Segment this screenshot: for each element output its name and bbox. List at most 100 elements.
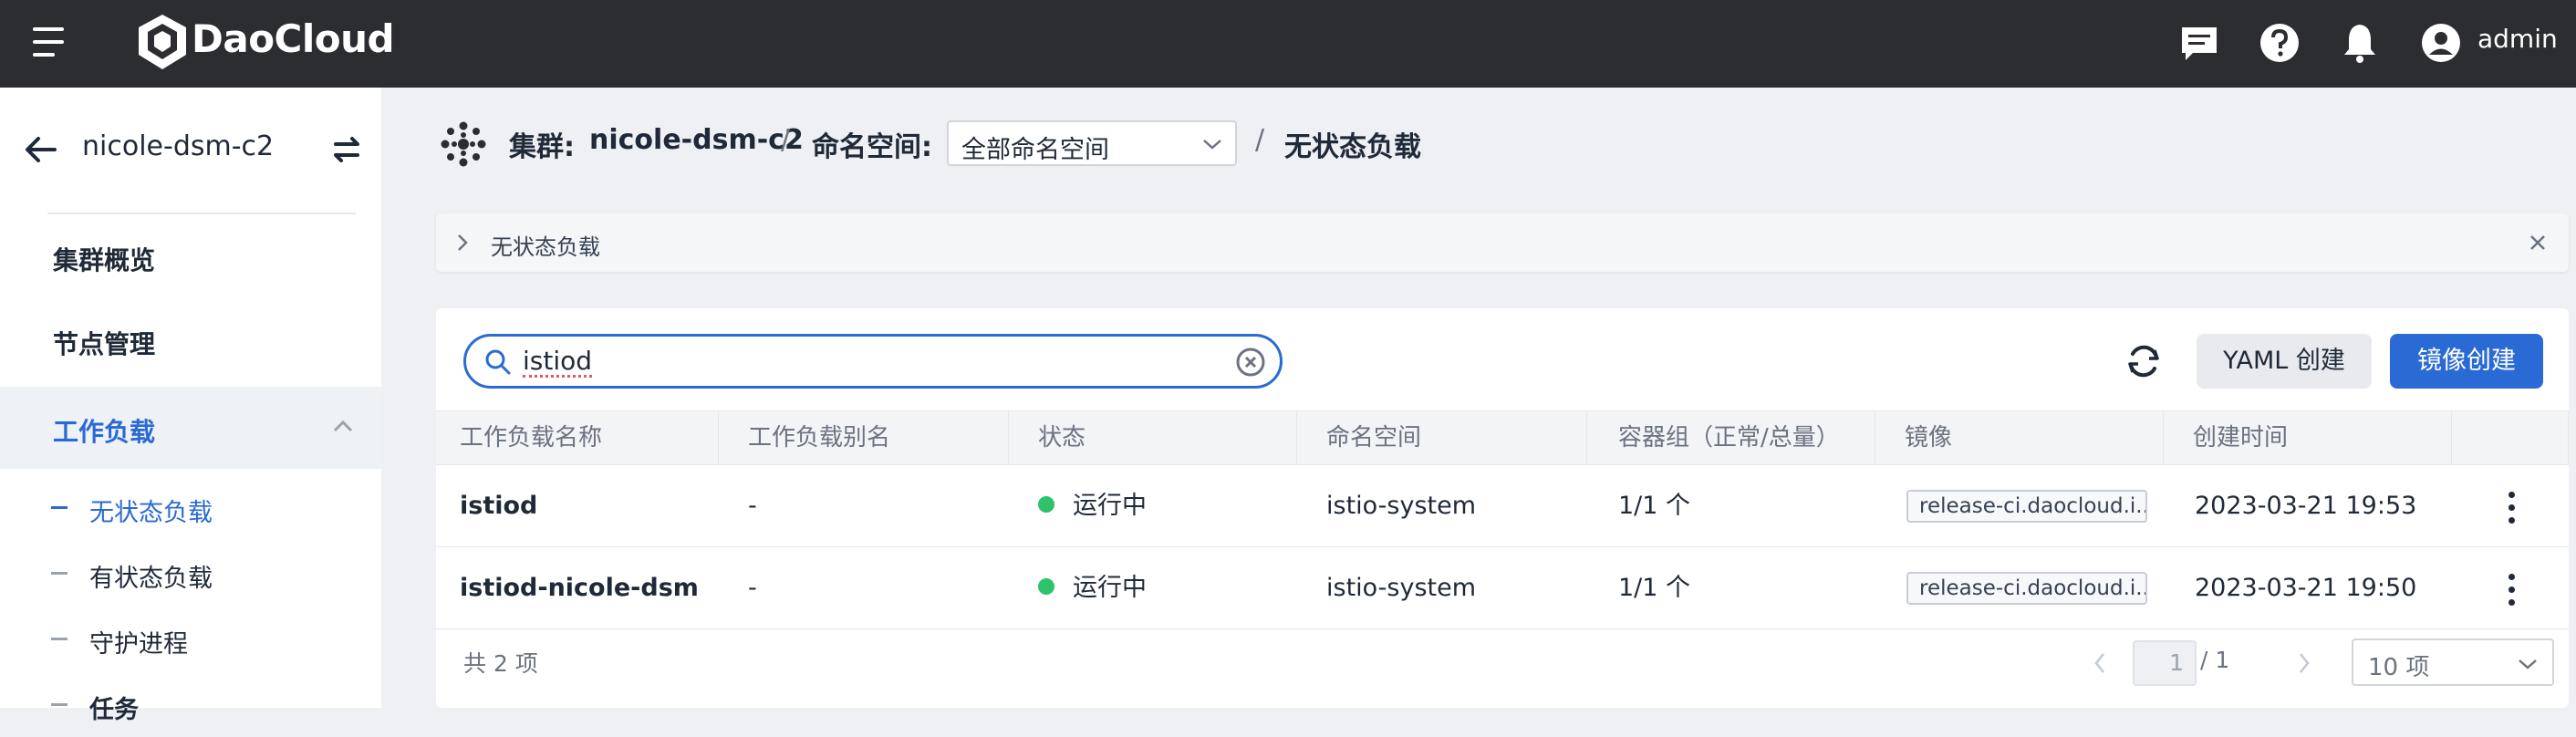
column-header-actions bbox=[2452, 411, 2569, 464]
column-header-label: 工作负载别名 bbox=[748, 424, 891, 452]
workload-created: 2023-03-21 19:53 bbox=[2195, 492, 2417, 520]
help-icon[interactable] bbox=[2257, 20, 2302, 66]
daocloud-logo bbox=[139, 15, 186, 69]
chevron-down-icon bbox=[1203, 140, 1221, 150]
cluster-icon bbox=[441, 121, 486, 167]
column-header-label: 镜像 bbox=[1905, 424, 1953, 452]
sidebar-subitem-jobs[interactable]: 任务 bbox=[0, 671, 381, 737]
brand-name: DaoCloud bbox=[192, 16, 395, 61]
namespace-select-value: 全部命名空间 bbox=[961, 136, 1109, 164]
column-header-pods[interactable]: 容器组（正常/总量） bbox=[1587, 411, 1875, 464]
page-size-select[interactable]: 10 项 bbox=[2352, 638, 2554, 686]
more-actions-icon[interactable] bbox=[2505, 492, 2518, 524]
sidebar-item-label: 集群概览 bbox=[53, 245, 156, 275]
status-text: 运行中 bbox=[1073, 574, 1147, 602]
total-count: 共 2 项 bbox=[463, 650, 538, 677]
sidebar-item-label: 工作负载 bbox=[53, 417, 156, 447]
column-header-label: 命名空间 bbox=[1326, 424, 1422, 452]
switch-cluster-icon[interactable] bbox=[328, 131, 365, 168]
sidebar-subitem-label: 有状态负载 bbox=[89, 565, 213, 593]
sidebar-subitem-label: 守护进程 bbox=[89, 630, 188, 659]
sidebar-subitem-deployments[interactable]: 无状态负载 bbox=[0, 474, 381, 540]
back-arrow-icon[interactable] bbox=[22, 133, 58, 166]
column-header-label: 创建时间 bbox=[2193, 424, 2289, 452]
info-banner: 无状态负载 bbox=[436, 213, 2569, 272]
subitem-dash bbox=[51, 638, 68, 640]
banner-text: 无状态负载 bbox=[491, 234, 600, 260]
search-icon bbox=[485, 349, 511, 375]
refresh-icon[interactable] bbox=[2122, 339, 2166, 383]
workload-namespace: istio-system bbox=[1326, 574, 1477, 602]
more-actions-icon[interactable] bbox=[2505, 574, 2518, 607]
search-input[interactable]: istiod bbox=[463, 334, 1283, 389]
sidebar-item-node-management[interactable]: 节点管理 bbox=[0, 299, 381, 381]
column-header-label: 状态 bbox=[1038, 424, 1086, 452]
notification-bell-icon[interactable] bbox=[2337, 20, 2383, 66]
workload-created: 2023-03-21 19:50 bbox=[2195, 574, 2417, 602]
workload-name[interactable]: istiod bbox=[460, 465, 697, 547]
chevron-up-icon bbox=[333, 420, 353, 432]
subitem-dash bbox=[51, 572, 68, 575]
chevron-right-icon[interactable] bbox=[456, 234, 469, 252]
status-running-dot bbox=[1038, 495, 1054, 513]
workload-pods: 1/1 个 bbox=[1618, 492, 1691, 520]
workload-status: 运行中 bbox=[1038, 547, 1275, 629]
breadcrumb-separator: / bbox=[781, 124, 791, 156]
namespace-select[interactable]: 全部命名空间 bbox=[947, 120, 1237, 166]
sidebar-subitem-daemonsets[interactable]: 守护进程 bbox=[0, 606, 381, 671]
workload-namespace: istio-system bbox=[1326, 492, 1477, 520]
image-create-button[interactable]: 镜像创建 bbox=[2390, 334, 2543, 389]
chevron-down-icon bbox=[2519, 659, 2537, 670]
search-input-value: istiod bbox=[523, 346, 593, 378]
page-total: / 1 bbox=[2200, 647, 2230, 673]
sidebar-divider bbox=[47, 213, 356, 214]
workload-status: 运行中 bbox=[1038, 465, 1275, 547]
column-header-name[interactable]: 工作负载名称 bbox=[436, 411, 719, 464]
table-row[interactable]: istiod-nicole-dsm-... - 运行中 istio-system… bbox=[436, 547, 2569, 629]
breadcrumb-separator: / bbox=[1255, 124, 1265, 156]
close-icon[interactable] bbox=[2527, 232, 2549, 254]
sidebar: nicole-dsm-c2 集群概览 节点管理 工作负载 无状态负载 有状态负载… bbox=[0, 88, 381, 724]
chevron-left-icon[interactable] bbox=[2093, 651, 2107, 675]
subitem-dash bbox=[51, 506, 68, 509]
workload-alias: - bbox=[748, 574, 757, 602]
menu-icon[interactable] bbox=[33, 27, 69, 58]
column-header-status[interactable]: 状态 bbox=[1009, 411, 1297, 464]
sidebar-item-cluster-overview[interactable]: 集群概览 bbox=[0, 215, 381, 297]
subitem-dash bbox=[51, 703, 68, 706]
sidebar-cluster-name: nicole-dsm-c2 bbox=[82, 130, 275, 162]
table-header: 工作负载名称 工作负载别名 状态 命名空间 容器组（正常/总量） 镜像 创建时间 bbox=[436, 410, 2569, 465]
workload-name[interactable]: istiod-nicole-dsm-... bbox=[460, 547, 697, 629]
column-header-label: 工作负载名称 bbox=[460, 424, 603, 452]
yaml-create-button[interactable]: YAML 创建 bbox=[2197, 334, 2372, 389]
breadcrumb-cluster-label: 集群: bbox=[509, 131, 575, 163]
page-number-input[interactable]: 1 bbox=[2133, 640, 2197, 686]
chevron-right-icon[interactable] bbox=[2297, 651, 2311, 675]
user-avatar-icon[interactable] bbox=[2421, 23, 2461, 63]
column-header-alias[interactable]: 工作负载别名 bbox=[719, 411, 1009, 464]
top-bar: DaoCloud admin bbox=[0, 0, 2576, 88]
status-running-dot bbox=[1038, 577, 1054, 595]
clear-search-icon[interactable] bbox=[1236, 348, 1265, 377]
image-tag: release-ci.daocloud.i... bbox=[1906, 572, 2147, 605]
breadcrumb-cluster-value[interactable]: nicole-dsm-c2 bbox=[589, 124, 804, 156]
message-icon[interactable] bbox=[2176, 20, 2222, 66]
sidebar-subitem-label: 无状态负载 bbox=[89, 499, 213, 527]
username[interactable]: admin bbox=[2477, 24, 2558, 54]
table-row[interactable]: istiod - 运行中 istio-system 1/1 个 release-… bbox=[436, 465, 2569, 547]
column-header-label: 容器组（正常/总量） bbox=[1618, 424, 1840, 452]
workload-list-card: istiod YAML 创建 镜像创建 工作负载名称 工作负载别名 状态 命名空… bbox=[436, 308, 2569, 708]
sidebar-header: nicole-dsm-c2 bbox=[0, 88, 381, 214]
sidebar-item-workloads[interactable]: 工作负载 bbox=[0, 387, 381, 469]
sidebar-item-label: 节点管理 bbox=[53, 329, 156, 359]
sidebar-subitem-statefulsets[interactable]: 有状态负载 bbox=[0, 540, 381, 606]
column-header-image[interactable]: 镜像 bbox=[1875, 411, 2164, 464]
workload-pods: 1/1 个 bbox=[1618, 574, 1691, 602]
column-header-namespace[interactable]: 命名空间 bbox=[1297, 411, 1587, 464]
image-tag: release-ci.daocloud.i... bbox=[1906, 490, 2147, 523]
workload-alias: - bbox=[748, 492, 757, 520]
column-header-created[interactable]: 创建时间 bbox=[2164, 411, 2452, 464]
breadcrumb-namespace-label: 命名空间: bbox=[812, 131, 932, 163]
page-size-value: 10 项 bbox=[2368, 654, 2430, 681]
status-text: 运行中 bbox=[1073, 492, 1147, 520]
